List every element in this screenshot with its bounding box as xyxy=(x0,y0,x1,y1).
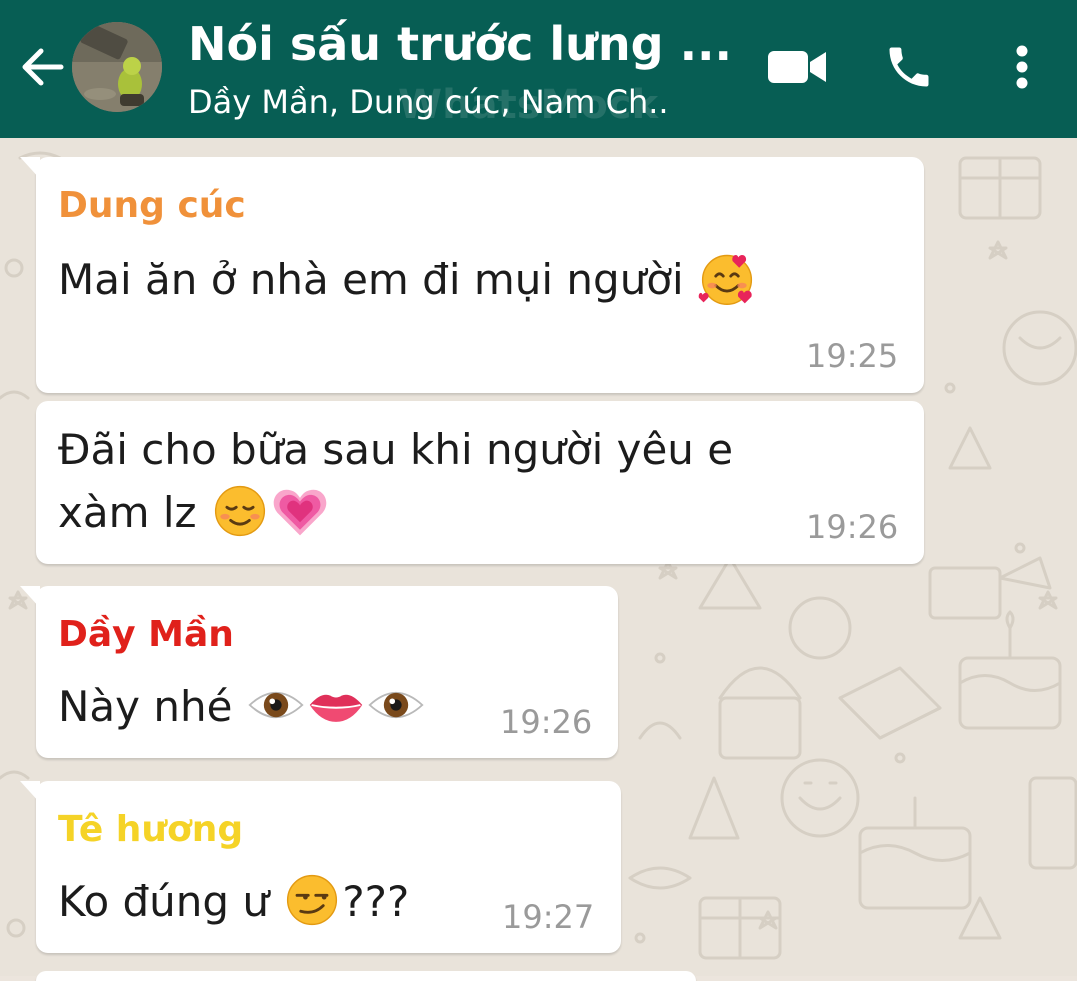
bubble-tail xyxy=(20,157,40,179)
message-line: ??? xyxy=(342,877,410,926)
message-text: Mai ăn ở nhà em đi mụi người xyxy=(58,249,757,311)
sender-name[interactable]: Dung cúc xyxy=(58,183,246,229)
message-line: Ko đúng ư xyxy=(58,877,270,926)
more-options-button[interactable] xyxy=(1000,40,1044,98)
group-avatar[interactable] xyxy=(72,22,162,112)
message-text: Ko đúng ư ??? xyxy=(58,871,409,933)
message-time: 19:27 xyxy=(502,898,595,936)
message-text: xàm lz xyxy=(58,482,330,544)
more-vertical-icon xyxy=(1015,44,1029,94)
video-call-button[interactable] xyxy=(764,44,830,94)
smiling-face-emoji xyxy=(210,481,270,541)
sender-name[interactable]: Dầy Mần xyxy=(58,612,234,658)
bubble-tail xyxy=(20,586,40,608)
message-line: Này nhé xyxy=(58,682,233,731)
back-button[interactable] xyxy=(20,44,66,94)
message-line: Đãi cho bữa sau khi người yêu e xyxy=(58,425,734,474)
message-time: 19:25 xyxy=(806,337,899,375)
back-arrow-icon xyxy=(21,45,65,93)
smiling-face-with-hearts-emoji xyxy=(697,248,757,308)
message-text: Đãi cho bữa sau khi người yêu e xyxy=(58,419,733,481)
lips-emoji xyxy=(306,675,366,735)
message-bubble[interactable]: Dung cúc Mai ăn ở nhà em đi mụi người 19… xyxy=(20,157,924,393)
growing-heart-emoji xyxy=(270,481,330,541)
sender-name[interactable]: Tê hương xyxy=(58,807,243,853)
message-time: 19:26 xyxy=(806,508,899,546)
message-text: Này nhé xyxy=(58,676,426,738)
bubble-tail xyxy=(20,781,40,803)
message-bubble[interactable]: Tê hương Ko đúng ư ??? 19:27 xyxy=(20,781,621,953)
phone-icon xyxy=(883,41,935,97)
eye-emoji xyxy=(366,675,426,735)
message-bubble[interactable]: Dầy Mần Này nhé 19:26 xyxy=(20,586,618,758)
eye-emoji xyxy=(246,675,306,735)
voice-call-button[interactable] xyxy=(880,40,938,98)
message-bubble[interactable]: Đãi cho bữa sau khi người yêu e xàm lz 1… xyxy=(36,401,924,564)
smirking-face-emoji xyxy=(282,870,342,930)
message-line: Mai ăn ở nhà em đi mụi người xyxy=(58,255,684,304)
chat-participants[interactable]: Dầy Mần, Dung cúc, Nam Ch.. xyxy=(188,80,748,124)
chat-header: Nói sấu trước lưng ... WhatsMock Dầy Mần… xyxy=(0,0,1077,138)
message-bubble-partial[interactable] xyxy=(36,971,696,981)
message-line: xàm lz xyxy=(58,488,197,537)
chat-title[interactable]: Nói sấu trước lưng ... xyxy=(188,14,748,74)
video-call-icon xyxy=(766,47,828,91)
message-time: 19:26 xyxy=(500,703,593,741)
